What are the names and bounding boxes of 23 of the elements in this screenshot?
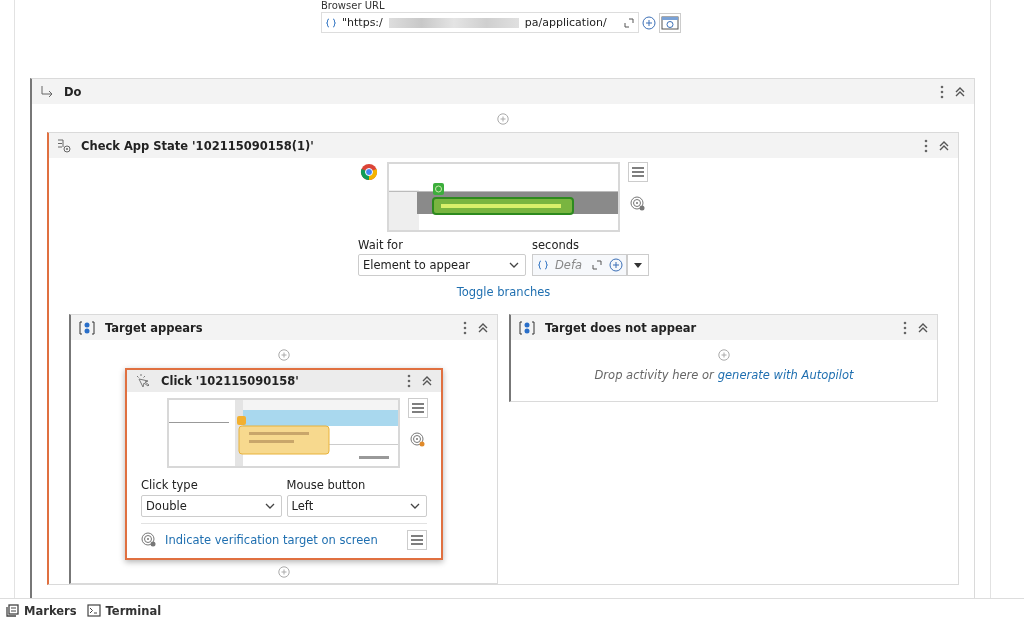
drop-hint: Drop activity here or bbox=[594, 368, 714, 382]
url-end: pa/application/ bbox=[524, 16, 607, 29]
field-label: seconds bbox=[532, 238, 580, 252]
autopilot-link[interactable]: generate with Autopilot bbox=[717, 368, 854, 382]
field-label: Browser URL bbox=[321, 0, 386, 12]
activity-title: Click '102115090158' bbox=[161, 374, 299, 388]
click-type-dropdown[interactable]: Double bbox=[141, 495, 282, 517]
indicate-target-link[interactable]: Indicate verification target on screen bbox=[165, 533, 378, 547]
url-start: "https:/ bbox=[342, 16, 383, 29]
url-field[interactable]: "https:/ pa/application/ bbox=[321, 12, 639, 33]
field-label: Wait for bbox=[358, 238, 404, 252]
activity-title: Check App State '102115090158(1)' bbox=[81, 138, 314, 153]
field-label: Click type bbox=[141, 478, 199, 492]
branch-title: Target does not appear bbox=[545, 320, 697, 335]
mouse-button-dropdown[interactable]: Left bbox=[286, 495, 427, 517]
panel-title: Do bbox=[64, 84, 82, 99]
panel-tab[interactable]: Terminal bbox=[86, 603, 162, 618]
click-activity-card[interactable]: Click '102115090158' Click type Double Mouse button Left Indicate verification target on screen bbox=[125, 368, 443, 560]
branch-title: Target appears bbox=[105, 320, 203, 335]
wait-for-dropdown[interactable]: Element to appear bbox=[358, 254, 526, 276]
field-label: Mouse button bbox=[286, 478, 367, 492]
panel-tab[interactable]: Markers bbox=[6, 603, 77, 618]
toggle-branches-link[interactable]: Toggle branches bbox=[456, 285, 551, 299]
